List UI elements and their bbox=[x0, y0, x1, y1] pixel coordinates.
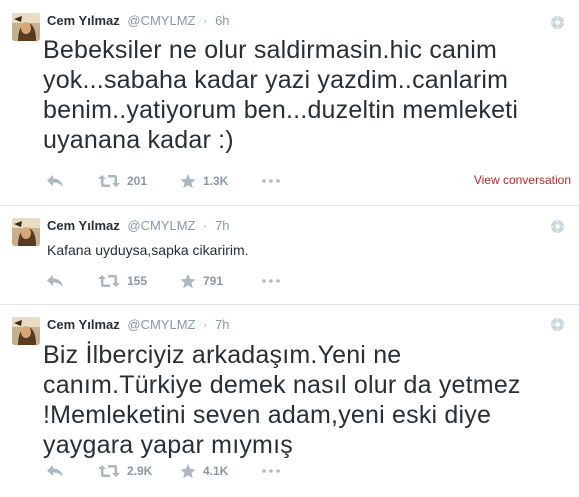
reply-button[interactable] bbox=[46, 464, 72, 478]
tweet-timestamp[interactable]: 6h bbox=[215, 13, 229, 28]
author-username[interactable]: @CMYLMZ bbox=[127, 317, 195, 332]
retweet-count: 201 bbox=[127, 174, 148, 188]
retweet-button[interactable]: 155 bbox=[98, 274, 180, 288]
tweet-actions: 155 791 bbox=[46, 272, 282, 290]
tweet[interactable]: Cem Yılmaz @CMYLMZ · 7h Kafana uyduysa,s… bbox=[0, 206, 579, 305]
gear-icon[interactable] bbox=[550, 15, 565, 30]
tweet-timestamp[interactable]: 7h bbox=[215, 317, 229, 332]
avatar[interactable] bbox=[12, 218, 40, 246]
favorite-count: 791 bbox=[203, 274, 224, 288]
favorite-button[interactable]: 4.1K bbox=[180, 463, 262, 479]
more-dots-icon bbox=[262, 469, 280, 473]
tweet-header: Cem Yılmaz @CMYLMZ · 6h bbox=[47, 13, 230, 29]
author-fullname[interactable]: Cem Yılmaz bbox=[47, 317, 120, 332]
retweet-button[interactable]: 201 bbox=[98, 174, 180, 188]
more-dots-icon bbox=[262, 279, 280, 283]
reply-icon bbox=[46, 274, 64, 288]
retweet-icon bbox=[98, 464, 120, 478]
separator-dot: · bbox=[203, 218, 208, 233]
favorite-button[interactable]: 791 bbox=[180, 273, 262, 289]
favorite-count: 1.3K bbox=[203, 174, 229, 188]
author-username[interactable]: @CMYLMZ bbox=[127, 218, 195, 233]
more-button[interactable] bbox=[262, 279, 282, 283]
star-icon bbox=[180, 173, 196, 189]
favorite-count: 4.1K bbox=[203, 464, 229, 478]
reply-button[interactable] bbox=[46, 174, 72, 188]
author-fullname[interactable]: Cem Yılmaz bbox=[47, 218, 120, 233]
more-button[interactable] bbox=[262, 179, 282, 183]
retweet-count: 2.9K bbox=[127, 464, 153, 478]
tweet-text: Biz İlberciyiz arkadaşım.Yeni ne canım.T… bbox=[43, 341, 521, 459]
separator-dot: · bbox=[203, 13, 208, 28]
retweet-icon bbox=[98, 174, 120, 188]
more-dots-icon bbox=[262, 179, 280, 183]
favorite-button[interactable]: 1.3K bbox=[180, 173, 262, 189]
tweet-header: Cem Yılmaz @CMYLMZ · 7h bbox=[47, 218, 230, 234]
tweet-header: Cem Yılmaz @CMYLMZ · 7h bbox=[47, 317, 230, 333]
more-button[interactable] bbox=[262, 469, 282, 473]
avatar[interactable] bbox=[12, 13, 40, 41]
tweet-timestamp[interactable]: 7h bbox=[215, 218, 229, 233]
tweet-text: Kafana uyduysa,sapka cikaririm. bbox=[47, 242, 249, 258]
author-fullname[interactable]: Cem Yılmaz bbox=[47, 13, 120, 28]
tweet-actions: 201 1.3K bbox=[46, 172, 282, 190]
reply-button[interactable] bbox=[46, 274, 72, 288]
view-conversation-link[interactable]: View conversation bbox=[474, 173, 571, 187]
author-username[interactable]: @CMYLMZ bbox=[127, 13, 195, 28]
separator-dot: · bbox=[203, 317, 208, 332]
gear-icon[interactable] bbox=[550, 219, 565, 234]
tweet-actions: 2.9K 4.1K bbox=[46, 462, 282, 480]
avatar[interactable] bbox=[12, 317, 40, 345]
retweet-icon bbox=[98, 274, 120, 288]
star-icon bbox=[180, 273, 196, 289]
tweet-timeline: Cem Yılmaz @CMYLMZ · 6h Bebeksiler ne ol… bbox=[0, 0, 579, 497]
gear-icon[interactable] bbox=[550, 317, 565, 332]
star-icon bbox=[180, 463, 196, 479]
retweet-button[interactable]: 2.9K bbox=[98, 464, 180, 478]
reply-icon bbox=[46, 464, 64, 478]
tweet[interactable]: Cem Yılmaz @CMYLMZ · 7h Biz İlberciyiz a… bbox=[0, 305, 579, 497]
tweet[interactable]: Cem Yılmaz @CMYLMZ · 6h Bebeksiler ne ol… bbox=[0, 0, 579, 206]
retweet-count: 155 bbox=[127, 274, 148, 288]
reply-icon bbox=[46, 174, 64, 188]
tweet-text: Bebeksiler ne olur saldirmasin.hic canim… bbox=[43, 36, 519, 154]
